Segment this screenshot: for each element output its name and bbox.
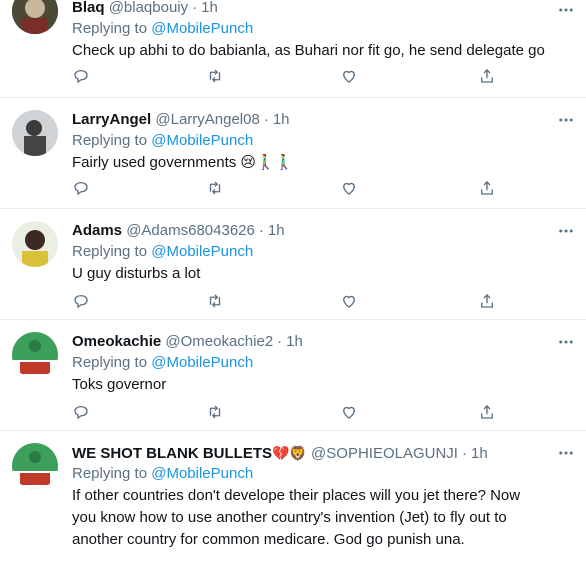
reply-icon[interactable] [70, 178, 92, 198]
more-icon[interactable] [556, 443, 576, 463]
retweet-icon[interactable] [204, 402, 226, 422]
tweet-text: If other countries don't develope their … [72, 487, 521, 548]
timestamp[interactable]: 1h [286, 333, 303, 350]
mention-link[interactable]: @MobilePunch [151, 465, 253, 482]
tweet[interactable]: LarryAngel @LarryAngel08 · 1h Replying to … [0, 98, 586, 209]
replying-to: Replying to @MobilePunch [72, 19, 546, 39]
retweet-icon[interactable] [204, 66, 226, 86]
replying-to-label: Replying to [72, 132, 148, 149]
share-icon[interactable] [476, 402, 498, 422]
avatar[interactable] [12, 443, 58, 489]
reply-feed: Blaq @blaqbouiy · 1h Replying to @MobilePu… [0, 0, 586, 552]
user-handle[interactable]: @Adams68043626 [126, 222, 255, 239]
more-icon[interactable] [556, 332, 576, 352]
replying-to: Replying to @MobilePunch [72, 353, 546, 373]
tweet-actions [70, 66, 510, 86]
tweet[interactable]: WE SHOT BLANK BULLETS💔🦁 @SOPHIEOLAGUNJI ·… [0, 431, 586, 561]
separator-dot: · [461, 445, 467, 462]
tweet-actions [70, 402, 510, 422]
tweet-text: Fairly used governments 😢🚶‍♂️🚶‍♂️ [72, 154, 294, 171]
timestamp[interactable]: 1h [471, 445, 488, 462]
tweet-actions [70, 291, 510, 311]
avatar[interactable] [12, 110, 58, 156]
reply-icon[interactable] [70, 66, 92, 86]
mention-link[interactable]: @MobilePunch [151, 20, 253, 37]
replying-to-label: Replying to [72, 354, 148, 371]
avatar[interactable] [12, 0, 58, 34]
display-name[interactable]: Blaq [72, 0, 105, 16]
display-name[interactable]: Omeokachie [72, 333, 161, 350]
tweet[interactable]: Adams @Adams68043626 · 1h Replying to @Mob… [0, 209, 586, 320]
replying-to-label: Replying to [72, 20, 148, 37]
user-handle[interactable]: @LarryAngel08 [155, 111, 259, 128]
retweet-icon[interactable] [204, 291, 226, 311]
tweet-text: U guy disturbs a lot [72, 265, 201, 282]
replying-to-label: Replying to [72, 243, 148, 260]
tweet-header: Adams @Adams68043626 · 1h [72, 221, 546, 241]
display-name[interactable]: LarryAngel [72, 111, 151, 128]
like-icon[interactable] [338, 178, 360, 198]
retweet-icon[interactable] [204, 178, 226, 198]
reply-icon[interactable] [70, 291, 92, 311]
like-icon[interactable] [338, 402, 360, 422]
user-handle[interactable]: @blaqbouiy [109, 0, 188, 16]
separator-dot: · [263, 111, 269, 128]
display-name[interactable]: WE SHOT BLANK BULLETS [72, 445, 272, 462]
tweet-actions [70, 178, 510, 198]
like-icon[interactable] [338, 291, 360, 311]
user-handle[interactable]: @Omeokachie2 [165, 333, 273, 350]
tweet[interactable]: Omeokachie @Omeokachie2 · 1h Replying to @… [0, 320, 586, 431]
tweet-text: Check up abhi to do babianla, as Buhari … [72, 42, 545, 59]
tweet-header: WE SHOT BLANK BULLETS💔🦁 @SOPHIEOLAGUNJI ·… [72, 443, 546, 463]
more-icon[interactable] [556, 110, 576, 130]
timestamp[interactable]: 1h [273, 111, 290, 128]
name-emoji-badges: 💔🦁 [272, 445, 307, 461]
tweet-text: Toks governor [72, 376, 167, 393]
tweet-header: Omeokachie @Omeokachie2 · 1h [72, 332, 546, 352]
separator-dot: · [277, 333, 283, 350]
tweet-header: LarryAngel @LarryAngel08 · 1h [72, 110, 546, 130]
user-handle[interactable]: @SOPHIEOLAGUNJI [311, 445, 458, 462]
mention-link[interactable]: @MobilePunch [151, 132, 253, 149]
separator-dot: · [192, 0, 198, 16]
tweet-header: Blaq @blaqbouiy · 1h [72, 0, 546, 18]
replying-to-label: Replying to [72, 465, 148, 482]
mention-link[interactable]: @MobilePunch [151, 243, 253, 260]
reply-icon[interactable] [70, 402, 92, 422]
more-icon[interactable] [556, 221, 576, 241]
replying-to: Replying to @MobilePunch [72, 131, 546, 151]
share-icon[interactable] [476, 178, 498, 198]
share-icon[interactable] [476, 66, 498, 86]
more-icon[interactable] [556, 0, 576, 20]
share-icon[interactable] [476, 291, 498, 311]
timestamp[interactable]: 1h [201, 0, 218, 16]
display-name[interactable]: Adams [72, 222, 122, 239]
avatar[interactable] [12, 221, 58, 267]
timestamp[interactable]: 1h [268, 222, 285, 239]
like-icon[interactable] [338, 66, 360, 86]
replying-to: Replying to @MobilePunch [72, 242, 546, 262]
tweet[interactable]: Blaq @blaqbouiy · 1h Replying to @MobilePu… [0, 0, 586, 98]
mention-link[interactable]: @MobilePunch [151, 354, 253, 371]
separator-dot: · [258, 222, 264, 239]
replying-to: Replying to @MobilePunch [72, 464, 546, 484]
avatar[interactable] [12, 332, 58, 378]
